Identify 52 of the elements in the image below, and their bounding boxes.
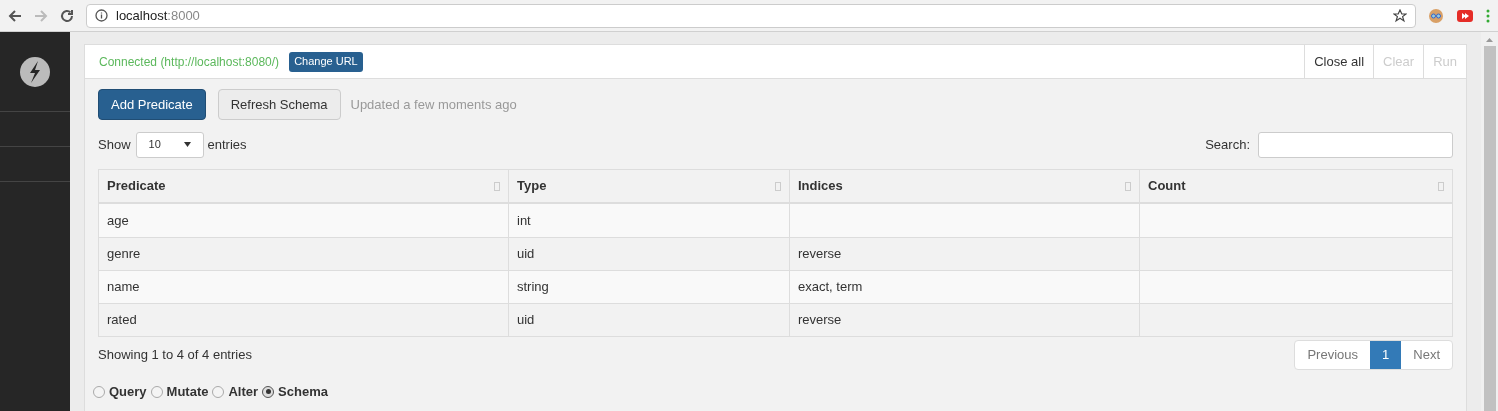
star-icon[interactable]	[1393, 8, 1407, 23]
table-cell-text: genre	[106, 245, 142, 264]
mode-label[interactable]: Mutate	[166, 382, 209, 402]
mode-radio[interactable]	[150, 385, 163, 398]
column-header[interactable]: Count	[1139, 170, 1452, 202]
forward-icon[interactable]	[34, 8, 48, 23]
sort-icon	[775, 181, 781, 191]
table-cell-text: name	[106, 278, 141, 297]
refresh-schema-button[interactable]: Refresh Schema	[217, 89, 341, 120]
toolbar-button[interactable]: Close all	[1304, 45, 1374, 78]
video-extension-icon[interactable]	[1456, 8, 1474, 23]
back-icon[interactable]	[8, 8, 22, 23]
search-label: Search:	[1205, 135, 1250, 154]
mode-label[interactable]: Alter	[228, 382, 259, 402]
mode-radio[interactable]	[212, 385, 225, 398]
entries-select[interactable]: 10	[135, 131, 204, 158]
updated-text: Updated a few moments ago	[350, 95, 517, 114]
table-info: Showing 1 to 4 of 4 entries	[98, 346, 252, 365]
sort-icon	[1438, 181, 1444, 191]
mode-radio[interactable]	[262, 385, 275, 398]
scroll-up-icon[interactable]	[1486, 38, 1493, 42]
caret-icon	[183, 142, 191, 147]
url-text: localhost:8000	[116, 6, 201, 25]
column-header[interactable]: Indices	[789, 170, 1139, 202]
entries-label: entries	[207, 135, 247, 154]
info-icon	[95, 9, 108, 22]
table-cell-text: rated	[106, 311, 138, 330]
connection-status: Connected (http://localhost:8080/)	[99, 53, 280, 71]
logo-icon[interactable]	[18, 54, 52, 89]
change-url-button[interactable]: Change URL	[289, 51, 363, 72]
page-button[interactable]: Previous	[1295, 341, 1371, 369]
page-button[interactable]: 1	[1370, 341, 1402, 369]
table-cell: reverse	[789, 304, 1139, 336]
table-cell: uid	[508, 304, 789, 336]
search-field[interactable]	[1258, 131, 1453, 158]
show-label: Show	[98, 135, 131, 154]
table-cell-text: age	[106, 211, 130, 230]
scrollbar[interactable]	[1481, 32, 1498, 411]
sort-icon	[494, 181, 500, 191]
address-bar[interactable]: localhost:8000	[86, 3, 1416, 28]
menu-icon[interactable]	[1486, 8, 1490, 23]
reload-icon[interactable]	[60, 8, 74, 23]
extension-icon[interactable]	[1428, 7, 1444, 24]
column-header[interactable]: Type	[508, 170, 789, 202]
scroll-thumb[interactable]	[1483, 46, 1496, 411]
add-predicate-button[interactable]: Add Predicate	[98, 89, 206, 120]
mode-label[interactable]: Query	[109, 382, 147, 402]
page-button[interactable]: Next	[1401, 341, 1452, 369]
column-header[interactable]: Predicate	[99, 170, 508, 202]
mode-label[interactable]: Schema	[278, 382, 328, 402]
mode-radio[interactable]	[93, 385, 105, 398]
sort-icon	[1125, 181, 1131, 191]
